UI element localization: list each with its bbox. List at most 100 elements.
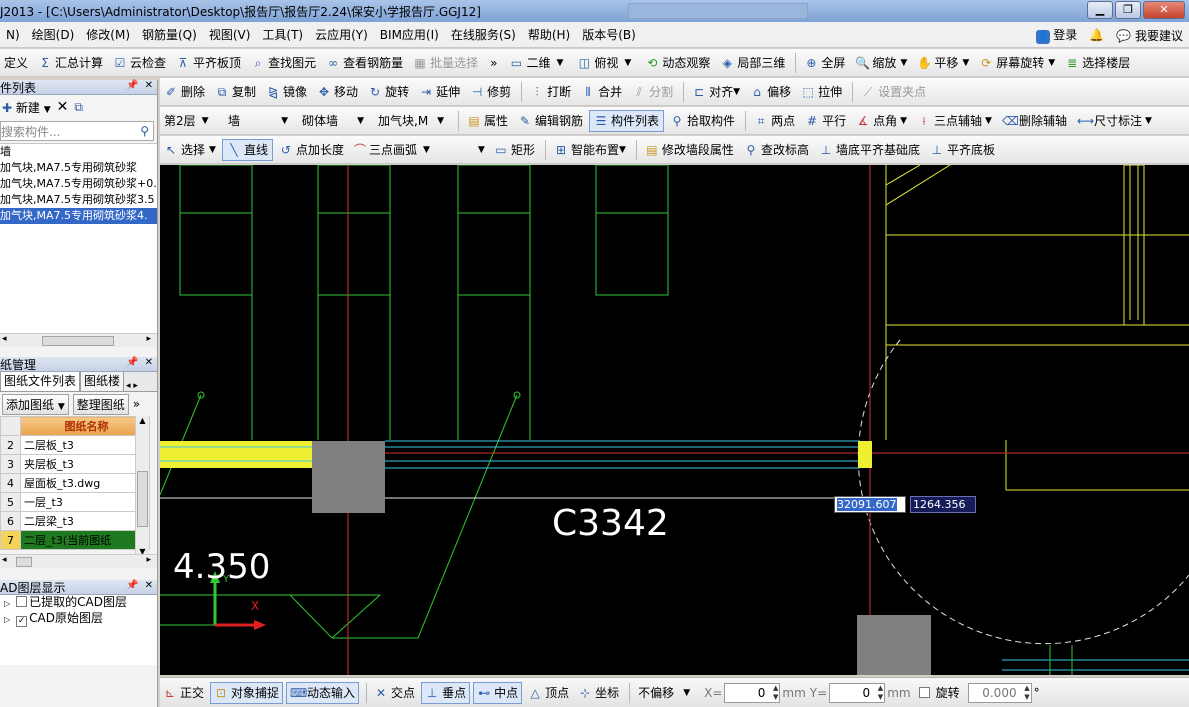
batch-select-button[interactable]: ▦批量选择 [409,52,482,74]
layer-checkbox-checked[interactable]: ✓ [16,616,27,627]
two-point-button[interactable]: ⌗两点 [750,110,799,132]
close-icon[interactable]: ✕ [145,580,153,591]
delete-button[interactable]: ✐删除 [160,81,209,103]
dynamic-observe-button[interactable]: ⟲动态观察 [641,52,714,74]
menu-bim[interactable]: BIM应用(I) [374,26,445,43]
spinner-icon[interactable]: ▲▼ [773,684,778,702]
mirror-button[interactable]: ⧎镜像 [262,81,311,103]
zoom-button[interactable]: 🔍缩放▼ [851,52,911,74]
pin-icon[interactable]: 📌 [126,580,138,591]
line-button[interactable]: ╲直线 [222,139,273,161]
delete-component-icon[interactable]: ✕ [57,99,69,115]
stretch-button[interactable]: ⬚拉伸 [797,81,846,103]
expand-icon[interactable]: ▷ [4,615,10,624]
select-button[interactable]: ↖选择▼ [160,139,220,161]
view-direction-dropdown[interactable]: ◫俯视▼ [573,53,635,73]
pan-button[interactable]: ✋平移▼ [913,52,973,74]
screen-rotate-button[interactable]: ⟳屏幕旋转▼ [975,52,1059,74]
add-drawing-button[interactable]: 添加图纸 ▼ [2,394,69,415]
align-button[interactable]: ⊏对齐▼ [688,81,744,103]
pick-component-button[interactable]: ⚲拾取构件 [666,110,739,132]
close-icon[interactable]: ✕ [145,357,153,368]
table-row[interactable]: 5一层_t3 [1,493,150,512]
properties-button[interactable]: ▤属性 [463,110,512,132]
rotate-checkbox[interactable] [919,687,930,698]
menu-file[interactable]: N) [0,28,26,42]
x-offset-input[interactable]: 0▲▼ [724,683,780,703]
scroll-left-icon[interactable]: ◂ [2,334,7,344]
login-button[interactable]: 👤登录 [1036,26,1077,44]
point-length-button[interactable]: ↺点加长度 [275,139,348,161]
vertex-snap[interactable]: △顶点 [525,682,572,704]
summary-calc-button[interactable]: Σ汇总计算 [34,52,107,74]
floor-select[interactable]: 第2层▼ [160,111,218,131]
pin-icon[interactable]: 📌 [126,80,138,91]
table-row[interactable]: 2二层板_t3 [1,436,150,455]
rotate-button[interactable]: ↻旋转 [364,81,413,103]
local-3d-button[interactable]: ◈局部三维 [716,52,789,74]
category-select[interactable]: 墙▼ [224,111,292,131]
component-select[interactable]: 加气块,M▼ [374,111,448,131]
y-offset-input[interactable]: 0▲▼ [829,683,885,703]
scroll-up-icon[interactable]: ▲ [136,416,149,425]
scrollbar-thumb[interactable] [137,471,148,527]
drawing-name[interactable]: 一层_t3 [21,493,150,512]
check-elevation-button[interactable]: ⚲查改标高 [740,139,813,161]
perpendicular-snap[interactable]: ⊥垂点 [421,682,470,704]
drawing-table-scrollbar[interactable]: ▲ ▼ [135,416,149,556]
copy-component-icon[interactable]: ⧉ [74,100,83,115]
cloud-check-button[interactable]: ☑云检查 [109,52,170,74]
drawing-name[interactable]: 屋面板_t3.dwg [21,474,150,493]
close-icon[interactable]: ✕ [145,80,153,91]
menu-rebar[interactable]: 钢筋量(Q) [136,26,203,43]
table-row[interactable]: 6二层梁_t3 [1,512,150,531]
point-angle-button[interactable]: ∡点角▼ [852,110,911,132]
minimize-button[interactable]: ▁ [1087,1,1113,19]
menu-draw[interactable]: 绘图(D) [26,26,81,43]
bell-icon[interactable]: 🔔 [1089,28,1104,42]
new-component-button[interactable]: ✚ 新建 ▼ [2,99,51,116]
table-row[interactable]: 3夹层板_t3 [1,455,150,474]
type-select[interactable]: 砌体墙▼ [298,111,368,131]
split-button[interactable]: ⫽分割 [628,81,677,103]
define-button[interactable]: 定义 [0,52,32,74]
tree-item[interactable]: 加气块,MA7.5专用砌筑砂浆3.5 [0,192,157,208]
drawing-name[interactable]: 二层梁_t3 [21,512,150,531]
menu-modify[interactable]: 修改(M) [80,26,136,43]
edit-rebar-button[interactable]: ✎编辑钢筋 [514,110,587,132]
spinner-icon[interactable]: ▲▼ [878,684,883,702]
scrollbar-thumb[interactable] [42,336,114,346]
scroll-right-icon[interactable]: ▸ [146,555,151,565]
move-button[interactable]: ✥移动 [313,81,362,103]
menu-help[interactable]: 帮助(H) [522,26,576,43]
scroll-right-icon[interactable]: ▸ [146,334,151,344]
tree-node-wall[interactable]: 墙 [0,144,157,160]
expand-icon[interactable]: ▷ [4,599,10,608]
select-floor-button[interactable]: ≣选择楼层 [1061,52,1134,74]
toolbar-overflow-icon[interactable]: » [484,52,503,74]
menu-tools[interactable]: 工具(T) [256,26,309,43]
maximize-button[interactable]: ❐ [1115,1,1141,19]
extend-button[interactable]: ⇥延伸 [415,81,464,103]
toolbar-overflow-icon[interactable]: » [133,397,140,411]
set-grip-button[interactable]: ⟋设置夹点 [857,81,930,103]
view-mode-dropdown[interactable]: ▭二维▼ [505,53,567,73]
organize-drawing-button[interactable]: 整理图纸 [73,394,129,415]
delete-axis-button[interactable]: ⌫删除辅轴 [998,110,1071,132]
copy-button[interactable]: ⧉复制 [211,81,260,103]
component-tree-scrollbar[interactable]: ◂ ▸ [0,333,157,347]
pin-icon[interactable]: 📌 [126,357,138,368]
scroll-left-icon[interactable]: ◂ [2,555,7,565]
menu-cloud[interactable]: 云应用(Y) [309,26,374,43]
dynamic-input-y[interactable]: 1264.356 [910,496,976,513]
drawing-name[interactable]: 二层_t3(当前图纸 [21,531,150,550]
intersection-snap[interactable]: ✕交点 [371,682,418,704]
spinner-icon[interactable]: ▲▼ [1024,684,1029,702]
break-button[interactable]: ⫶打断 [526,81,575,103]
tree-item[interactable]: 加气块,MA7.5专用砌筑砂浆+0. [0,176,157,192]
drawing-canvas[interactable]: C3342 4.350 Y X 32091.607 1264.356 [160,165,1189,675]
table-row[interactable]: 4屋面板_t3.dwg [1,474,150,493]
title-search-box[interactable] [628,3,808,19]
close-button[interactable]: ✕ [1143,1,1185,19]
rectangle-button[interactable]: ▭矩形 [490,139,539,161]
